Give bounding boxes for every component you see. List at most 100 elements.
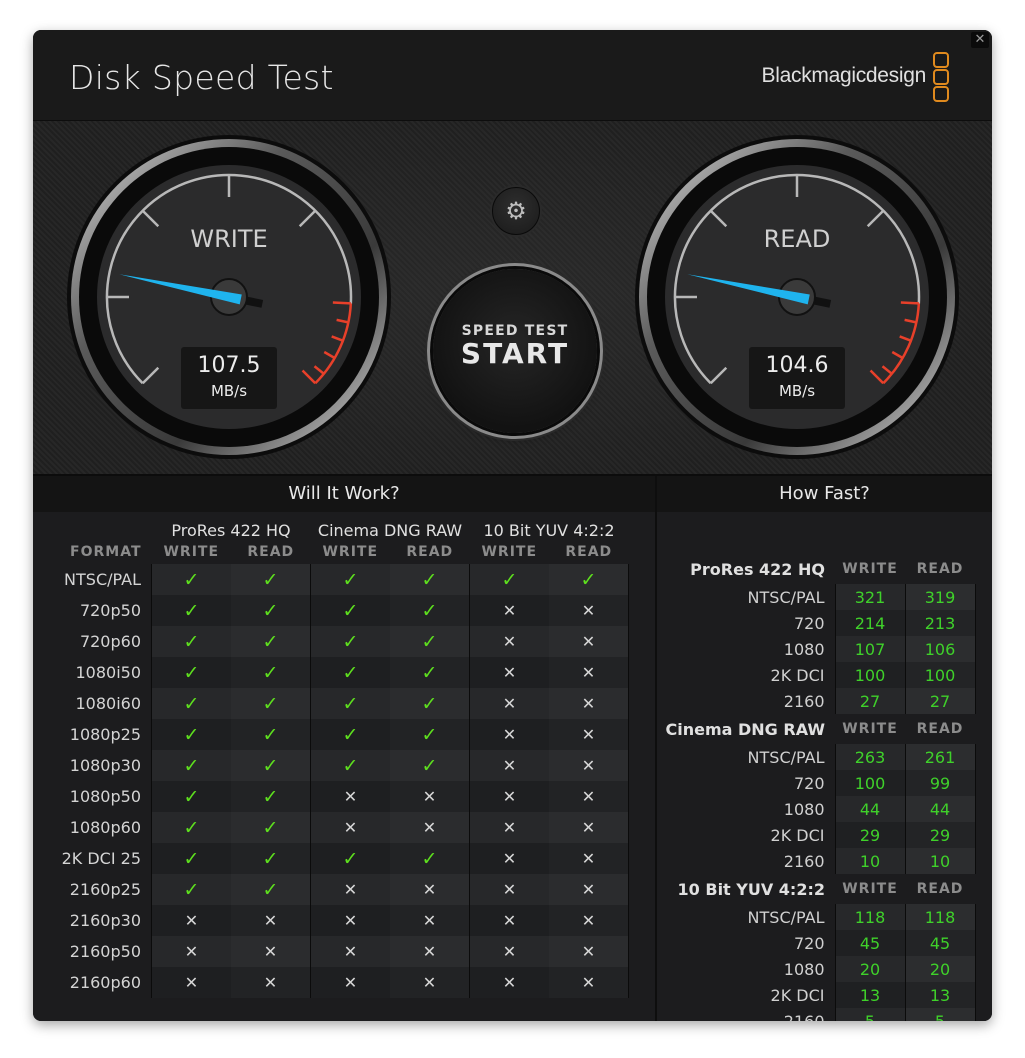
write-fps-value: 10 — [834, 848, 905, 874]
write-fps-value: 44 — [834, 796, 905, 822]
close-button[interactable]: ✕ — [971, 32, 989, 48]
title-bar: Disk Speed Test Blackmagicdesign ✕ — [33, 30, 992, 121]
check-icon: ✓ — [310, 719, 390, 750]
format-label: 2160 — [783, 691, 825, 711]
check-icon: ✓ — [390, 843, 470, 874]
read-fps-value: 106 — [904, 636, 976, 662]
write-fps-value: 107 — [834, 636, 905, 662]
check-icon: ✓ — [310, 843, 390, 874]
check-icon: ✓ — [151, 812, 231, 843]
check-icon: ✓ — [231, 843, 311, 874]
cross-icon: ✕ — [469, 688, 549, 719]
cross-icon: ✕ — [469, 936, 549, 967]
cross-icon: ✕ — [231, 967, 311, 998]
speed-row: 1080 44 44 — [657, 796, 976, 822]
cross-icon: ✕ — [310, 967, 390, 998]
format-row: 2160p60 ✕ ✕ ✕ ✕ ✕ ✕ — [33, 967, 629, 998]
write-column-header: WRITE — [842, 721, 898, 737]
check-icon: ✓ — [231, 812, 311, 843]
read-column-header: READ — [916, 561, 964, 577]
codec-group-title: ProRes 422 HQ — [690, 559, 825, 579]
read-fps-value: 99 — [904, 770, 976, 796]
cross-icon: ✕ — [469, 626, 549, 657]
column-header: WRITE — [481, 544, 538, 560]
cross-icon: ✕ — [469, 967, 549, 998]
read-fps-value: 45 — [904, 930, 976, 956]
check-icon: ✓ — [390, 719, 470, 750]
write-fps-value: 20 — [834, 956, 905, 982]
cross-icon: ✕ — [310, 905, 390, 936]
gauge-redline-tick — [900, 301, 919, 305]
read-fps-value: 118 — [904, 904, 976, 930]
read-speed-value: 104.6 — [765, 353, 829, 378]
speed-row: 1080 20 20 — [657, 956, 976, 982]
speed-row: 2K DCI 13 13 — [657, 982, 976, 1008]
write-fps-value: 100 — [834, 662, 905, 688]
check-icon: ✓ — [151, 874, 231, 905]
column-header: READ — [247, 544, 295, 560]
format-label: NTSC/PAL — [64, 570, 141, 589]
check-icon: ✓ — [231, 564, 311, 595]
read-fps-value: 10 — [904, 848, 976, 874]
format-row: 1080i50 ✓ ✓ ✓ ✓ ✕ ✕ — [33, 657, 629, 688]
write-fps-value: 118 — [834, 904, 905, 930]
codec-header: Cinema DNG RAW — [317, 521, 463, 540]
format-row: 2160p25 ✓ ✓ ✕ ✕ ✕ ✕ — [33, 874, 629, 905]
write-gauge-label: WRITE — [190, 225, 268, 253]
cross-icon: ✕ — [469, 595, 549, 626]
codec-header: 10 Bit YUV 4:2:2 — [483, 521, 615, 540]
cross-icon: ✕ — [390, 812, 470, 843]
check-icon: ✓ — [310, 688, 390, 719]
start-button-label: START — [460, 337, 570, 370]
format-label: 2K DCI — [770, 665, 825, 685]
cross-icon: ✕ — [469, 719, 549, 750]
read-fps-value: 319 — [904, 584, 976, 610]
write-speed-unit: MB/s — [210, 382, 248, 400]
check-icon: ✓ — [390, 626, 470, 657]
check-icon: ✓ — [231, 750, 311, 781]
format-label: 1080p25 — [69, 725, 141, 744]
will-it-work-panel: ProRes 422 HQ Cinema DNG RAW 10 Bit YUV … — [33, 512, 655, 1021]
column-header: READ — [406, 544, 454, 560]
check-icon: ✓ — [231, 719, 311, 750]
app-window: Disk Speed Test Blackmagicdesign ✕ WRITE… — [33, 30, 992, 1021]
speed-row: 1080 107 106 — [657, 636, 976, 662]
write-fps-value: 100 — [834, 770, 905, 796]
format-row: 1080p25 ✓ ✓ ✓ ✓ ✕ ✕ — [33, 719, 629, 750]
cross-icon: ✕ — [549, 750, 629, 781]
settings-button[interactable]: ⚙ — [492, 187, 540, 235]
check-icon: ✓ — [231, 688, 311, 719]
cross-icon: ✕ — [310, 812, 390, 843]
format-label: 2160p30 — [69, 911, 141, 930]
cross-icon: ✕ — [390, 967, 470, 998]
speed-row: 2160 10 10 — [657, 848, 976, 874]
format-label: 2K DCI 25 — [61, 849, 141, 868]
speed-test-start-button[interactable]: SPEED TEST START — [433, 269, 597, 433]
cross-icon: ✕ — [549, 874, 629, 905]
read-fps-value: 13 — [904, 982, 976, 1008]
codec-header: ProRes 422 HQ — [171, 521, 291, 540]
format-label: 1080i50 — [75, 663, 141, 682]
write-speed-value: 107.5 — [197, 353, 261, 378]
speed-row: NTSC/PAL 118 118 — [657, 904, 976, 930]
format-label: NTSC/PAL — [747, 587, 825, 607]
cross-icon: ✕ — [231, 936, 311, 967]
check-icon: ✓ — [151, 657, 231, 688]
format-row: 2160p50 ✕ ✕ ✕ ✕ ✕ ✕ — [33, 936, 629, 967]
cross-icon: ✕ — [390, 781, 470, 812]
format-label: 2K DCI — [770, 825, 825, 845]
will-it-work-header: Will It Work? — [33, 476, 655, 512]
write-speed-readout: 107.5 MB/s — [181, 347, 277, 409]
cross-icon: ✕ — [151, 936, 231, 967]
column-header: WRITE — [163, 544, 220, 560]
gear-icon: ⚙ — [505, 197, 527, 225]
check-icon: ✓ — [151, 719, 231, 750]
format-label: 1080 — [783, 799, 825, 819]
check-icon: ✓ — [151, 595, 231, 626]
read-fps-value: 261 — [904, 744, 976, 770]
format-row: 2K DCI 25 ✓ ✓ ✓ ✓ ✕ ✕ — [33, 843, 629, 874]
format-label: 2K DCI — [770, 985, 825, 1005]
check-icon: ✓ — [310, 564, 390, 595]
check-icon: ✓ — [231, 595, 311, 626]
check-icon: ✓ — [231, 657, 311, 688]
